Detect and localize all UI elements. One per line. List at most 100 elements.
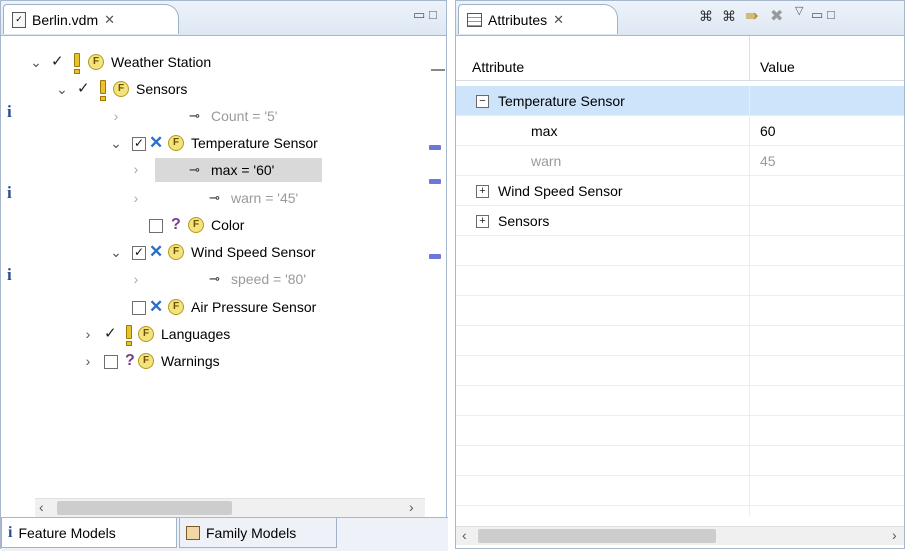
chevron-right-icon[interactable]: ›	[81, 322, 95, 346]
view-menu-icon[interactable]: ▽	[795, 4, 803, 17]
checkbox[interactable]	[132, 301, 146, 315]
horizontal-scrollbar[interactable]: ‹ ›	[456, 526, 904, 545]
chevron-right-icon[interactable]: ›	[109, 104, 123, 128]
table-icon	[467, 12, 482, 27]
tree-item-warnings[interactable]: › ? F Warnings	[21, 349, 431, 373]
tree-item-count[interactable]: › ⊸ Count = '5'	[21, 104, 431, 128]
tab-family-models[interactable]: Family Models	[179, 518, 337, 548]
chevron-right-icon[interactable]: ›	[81, 349, 95, 373]
tree-item-warn[interactable]: › ⊸ warn = '45'	[21, 186, 431, 210]
scroll-right-icon[interactable]: ›	[409, 499, 414, 515]
tree-label: Warnings	[161, 353, 220, 369]
feature-icon: F	[168, 244, 184, 260]
feature-icon: F	[138, 326, 154, 342]
feature-icon: F	[88, 54, 104, 70]
table-row[interactable]: − Temperature Sensor	[456, 86, 904, 116]
chevron-right-icon[interactable]: ›	[129, 186, 143, 210]
close-tab-icon[interactable]: ✕	[553, 12, 564, 28]
attributes-view: Attributes ✕ ⌘ ⌘ ⇛ ✖ ▽ ▭ □ Attribute Val…	[455, 0, 905, 549]
checkbox[interactable]	[104, 355, 118, 369]
change-marker	[429, 179, 441, 184]
column-header-attribute[interactable]: Attribute	[472, 59, 524, 75]
feature-icon: F	[188, 217, 204, 233]
tree-item-languages[interactable]: › ✓ F Languages	[21, 322, 431, 346]
column-header-value[interactable]: Value	[760, 59, 795, 75]
alternative-icon: ✕	[149, 242, 164, 261]
check-icon: ✓	[51, 53, 64, 70]
tree-label: Color	[211, 217, 245, 233]
tab-berlin-vdm[interactable]: ✓ Berlin.vdm ✕	[3, 4, 179, 34]
tree-label: warn = '45'	[231, 190, 299, 206]
checkbox[interactable]	[149, 219, 163, 233]
scroll-right-icon[interactable]: ›	[892, 527, 897, 543]
expand-icon[interactable]: +	[476, 215, 489, 228]
column-divider-line	[749, 86, 750, 516]
tab-label: Family Models	[206, 524, 297, 541]
tab-feature-models[interactable]: i Feature Models	[1, 518, 177, 548]
tree-item-max[interactable]: ⊸ max = '60'	[155, 158, 322, 182]
table-row[interactable]: + Sensors	[456, 206, 904, 236]
tree-item-color[interactable]: ? F Color	[21, 213, 431, 237]
horizontal-scrollbar[interactable]: ‹ ›	[35, 498, 425, 517]
attribute-cell: max	[531, 123, 558, 139]
chevron-down-icon[interactable]: ⌄	[55, 77, 69, 101]
expand-all-icon[interactable]: ⌘	[722, 8, 736, 25]
value-cell[interactable]: 45	[760, 146, 776, 176]
tree-item-speed[interactable]: › ⊸ speed = '80'	[21, 267, 431, 291]
tab-attributes[interactable]: Attributes ✕	[458, 4, 618, 34]
chevron-down-icon[interactable]: ⌄	[109, 240, 123, 264]
collapse-icon[interactable]: −	[476, 95, 489, 108]
collapse-all-icon[interactable]: ⌘	[699, 8, 713, 25]
checkbox-checked[interactable]: ✓	[132, 246, 146, 260]
column-divider[interactable]	[749, 36, 750, 80]
right-tab-bar: Attributes ✕ ⌘ ⌘ ⇛ ✖ ▽ ▭ □	[456, 1, 904, 36]
attribute-cell: Sensors	[498, 213, 550, 229]
table-row[interactable]: warn 45	[456, 146, 904, 176]
empty-rows	[456, 236, 904, 516]
tree-label: Air Pressure Sensor	[191, 299, 317, 315]
minimize-view-icon[interactable]: ▭	[413, 7, 425, 23]
filter-icon[interactable]: ⇛	[745, 6, 758, 26]
attribute-cell: warn	[531, 153, 562, 169]
family-model-icon	[186, 525, 200, 540]
tree-item-weather-station[interactable]: ⌄ ✓ F Weather Station	[21, 50, 431, 74]
tree-item-temperature-sensor[interactable]: ⌄ ✓ ✕ F Temperature Sensor	[21, 131, 431, 155]
attribute-icon: ⊸	[209, 271, 220, 286]
value-cell[interactable]: 60	[760, 116, 776, 146]
minimize-view-icon[interactable]: ▭	[811, 7, 823, 23]
expand-icon[interactable]: +	[476, 185, 489, 198]
maximize-view-icon[interactable]: □	[827, 7, 835, 22]
maximize-view-icon[interactable]: □	[429, 7, 437, 22]
delete-icon[interactable]: ✖	[770, 6, 783, 26]
tree-label: Sensors	[136, 81, 188, 97]
table-row[interactable]: max 60	[456, 116, 904, 146]
chevron-right-icon[interactable]: ›	[129, 267, 143, 291]
mandatory-icon	[126, 325, 132, 346]
close-tab-icon[interactable]: ✕	[104, 12, 115, 28]
feature-icon: F	[113, 81, 129, 97]
tree-label: Wind Speed Sensor	[191, 244, 316, 260]
tree-item-sensors[interactable]: ⌄ ✓ F Sensors	[21, 77, 431, 101]
tree-item-wind-speed-sensor[interactable]: ⌄ ✓ ✕ F Wind Speed Sensor	[21, 240, 431, 264]
feature-model-view: ✓ Berlin.vdm ✕ ▭ □ ⌄ ✓ F Weather Station…	[0, 0, 448, 551]
attribute-cell: Wind Speed Sensor	[498, 183, 623, 199]
attribute-icon: ⊸	[189, 108, 200, 123]
tab-title: Attributes	[488, 11, 548, 28]
tree-label: Temperature Sensor	[191, 135, 318, 151]
tree-item-air-pressure-sensor[interactable]: ✕ F Air Pressure Sensor	[21, 295, 431, 319]
table-row[interactable]: + Wind Speed Sensor	[456, 176, 904, 206]
optional-icon: ?	[171, 216, 181, 233]
tree-label: Weather Station	[111, 54, 212, 70]
tree-label: Count = '5'	[211, 108, 278, 124]
scroll-thumb[interactable]	[478, 529, 716, 543]
chevron-right-icon[interactable]: ›	[129, 161, 143, 177]
chevron-down-icon[interactable]: ⌄	[109, 131, 123, 155]
scroll-left-icon[interactable]: ‹	[39, 499, 44, 515]
scroll-thumb[interactable]	[57, 501, 232, 515]
scroll-left-icon[interactable]: ‹	[462, 527, 467, 543]
tree-label: Languages	[161, 326, 231, 342]
info-icon: i	[8, 523, 13, 541]
chevron-down-icon[interactable]: ⌄	[29, 50, 43, 74]
checkbox-checked[interactable]: ✓	[132, 137, 146, 151]
info-icon: i	[7, 183, 12, 202]
